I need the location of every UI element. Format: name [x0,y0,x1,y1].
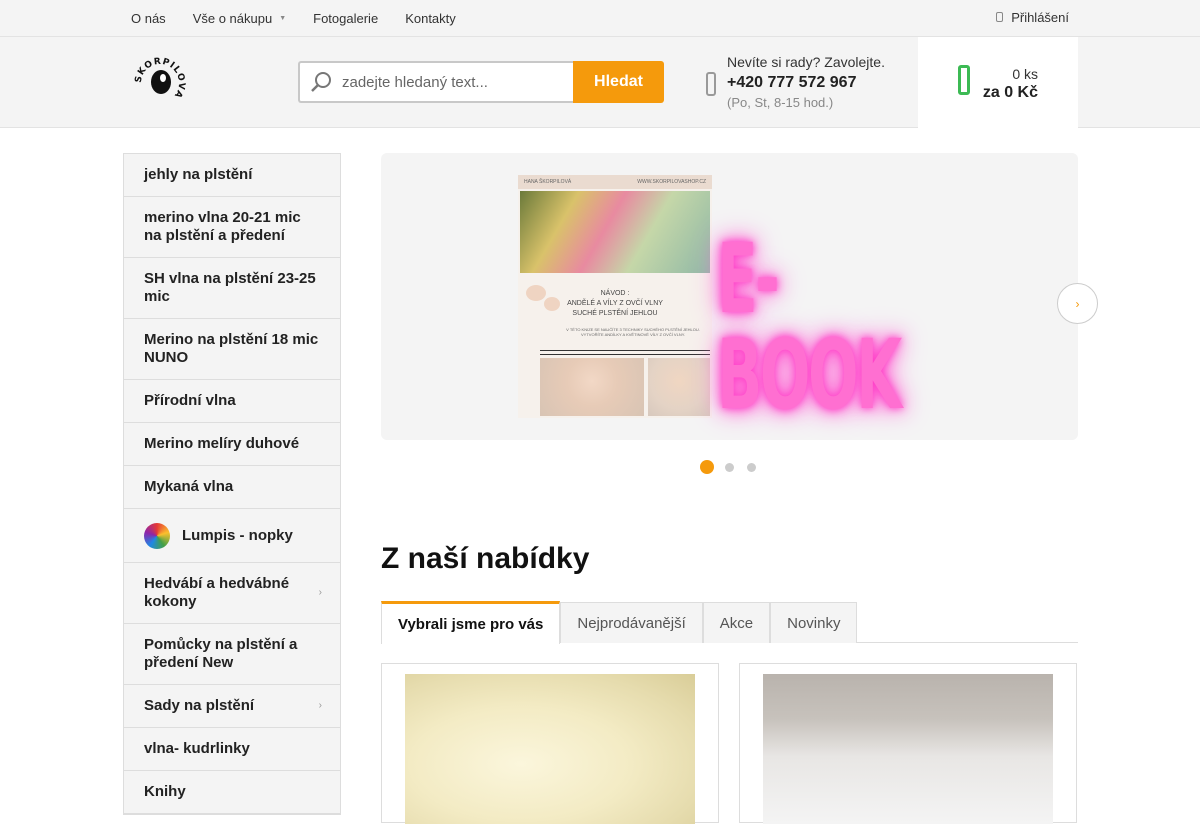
sidebar-item-label: merino vlna 20-21 mic na plstění a přede… [144,209,301,244]
search-bar: Hledat [298,61,664,103]
caret-down-icon: ▼ [279,14,287,22]
top-bar: O nás Vše o nákupu ▼ Fotogalerie Kontakty… [0,0,1200,37]
ebook-title: NÁVOD : ANDĚLÉ A VÍLY Z OVČÍ VLNY SUCHÉ … [518,289,712,319]
ebook-subtitle: V TÉTO KNIZE SE NAUČÍTE 3 TECHNIKY SUCHÉ… [566,327,700,337]
login-label: Přihlášení [1011,9,1069,25]
ebook-title-line: ANDĚLÉ A VÍLY Z OVČÍ VLNY [567,300,663,307]
angel-doll-photo [540,358,644,416]
divider [540,354,710,355]
fairy-doll-photo [648,358,710,416]
ebook-website: WWW.SKORPILOVASHOP.CZ [637,179,706,185]
ebook-headline: E-BOOK [717,223,902,431]
slider-dot-1[interactable] [700,460,714,474]
sidebar-item-books[interactable]: Knihy [124,771,340,814]
tab-label: Nejprodávanější [577,614,686,632]
offers-tabs: Vybrali jsme pro vás Nejprodávanější Akc… [381,601,1078,644]
nav-about-label: O nás [131,10,166,26]
slider-dot-2[interactable] [725,462,734,472]
tab-new[interactable]: Novinky [770,602,858,643]
phone-number[interactable]: +420 777 572 967 [727,74,885,92]
login-link[interactable]: Přihlášení [996,0,1069,34]
sidebar-item-natural-wool[interactable]: Přírodní vlna [124,380,340,423]
wool-photo [520,191,710,273]
logo[interactable]: SKORPILOVA [134,57,186,109]
nav-contacts[interactable]: Kontakty [405,11,456,26]
search-button[interactable]: Hledat [573,61,664,103]
sidebar-item-label: Merino melíry duhové [144,435,300,452]
cart-icon [958,65,970,95]
sidebar-item-label: SH vlna na plstění 23-25 mic [144,270,316,305]
sidebar-item-label: Lumpis - nopky [182,526,293,544]
nav-shopping-info[interactable]: Vše o nákupu ▼ [193,11,286,26]
sidebar-item-label: Hedvábí a hedvábné kokony [144,575,290,610]
sidebar-item-label: vlna- kudrlinky [144,740,250,757]
offers-title: Z naší nabídky [381,542,590,575]
chevron-right-icon: › [1075,296,1080,311]
slider-dot-3[interactable] [747,462,756,472]
sidebar-item-merino-20-21[interactable]: merino vlna 20-21 mic na plstění a přede… [124,197,340,258]
ebook-cover-header: HANA ŠKORPILOVÁ WWW.SKORPILOVASHOP.CZ [518,175,712,189]
sidebar-item-merino-rainbow[interactable]: Merino melíry duhové [124,423,340,466]
slider-next-button[interactable]: › [1057,283,1098,324]
product-image-wool[interactable] [405,674,695,824]
tab-sale[interactable]: Akce [702,602,771,643]
user-icon [996,12,1004,22]
sidebar-item-label: Knihy [144,783,186,800]
nav-gallery-label: Fotogalerie [313,10,379,26]
product-card[interactable] [739,663,1077,824]
site-header: SKORPILOVA Hledat Nevíte si rady? Zavole… [0,37,1200,128]
nav-shopping-info-label: Vše o nákupu [192,10,273,26]
sidebar-item-label: Pomůcky na plstění a předení New [144,636,298,671]
ebook-author: HANA ŠKORPILOVÁ [524,179,572,185]
sidebar-item-curls[interactable]: vlna- kudrlinky [124,728,340,771]
sidebar-item-merino-18[interactable]: Merino na plstění 18 mic NUNO [124,319,340,380]
slider-dots [700,460,769,474]
tab-label: Novinky [787,614,841,632]
chevron-right-icon: › [318,587,322,598]
phone-icon [706,72,716,96]
sidebar-item-silk[interactable]: Hedvábí a hedvábné kokony › [124,563,340,624]
cart-widget[interactable]: 0 ks za 0 Kč [918,37,1078,128]
hero-banner[interactable]: HANA ŠKORPILOVÁ WWW.SKORPILOVASHOP.CZ NÁ… [381,153,1078,440]
divider [540,350,710,351]
sidebar-item-carded-wool[interactable]: Mykaná vlna [124,466,340,509]
nav-gallery[interactable]: Fotogalerie [313,11,378,26]
sidebar-item-label: Mykaná vlna [144,478,234,495]
product-card[interactable] [381,663,719,824]
tab-bestsellers[interactable]: Nejprodávanější [560,602,703,643]
ebook-title-line: NÁVOD : [600,290,630,297]
sidebar-item-label: Přírodní vlna [144,392,236,409]
nav-contacts-label: Kontakty [405,10,456,26]
top-navigation: O nás Vše o nákupu ▼ Fotogalerie Kontakty [131,0,483,36]
tab-label: Vybrali jsme pro vás [398,615,544,633]
tab-label: Akce [719,614,754,632]
contact-info: Nevíte si rady? Zavolejte. +420 777 572 … [727,54,885,110]
ebook-title-line: SUCHÉ PLSTĚNÍ JEHLOU [572,310,658,317]
sidebar-item-label: Sady na plstění [144,697,255,714]
category-sidebar: jehly na plstění merino vlna 20-21 mic n… [123,153,341,815]
sidebar-item-lumpis[interactable]: Lumpis - nopky [124,509,340,563]
lumpis-thumbnail [144,522,170,549]
sidebar-item-felting-sets[interactable]: Sady na plstění › [124,685,340,728]
contact-question: Nevíte si rady? Zavolejte. [727,54,885,70]
chevron-right-icon: › [318,700,322,711]
search-input[interactable] [342,73,562,91]
sidebar-item-label: Merino na plstění 18 mic NUNO [144,331,319,366]
search-field[interactable] [298,61,573,103]
cart-count: 0 ks [1012,66,1038,82]
product-image-foam[interactable] [763,674,1053,824]
sidebar-item-label: jehly na plstění [144,166,253,183]
cart-price: za 0 Kč [982,84,1038,101]
search-icon [311,72,331,92]
nav-about[interactable]: O nás [131,11,166,26]
tab-selected-for-you[interactable]: Vybrali jsme pro vás [381,601,561,644]
ebook-cover-image: HANA ŠKORPILOVÁ WWW.SKORPILOVASHOP.CZ NÁ… [518,175,712,418]
sidebar-item-tools[interactable]: Pomůcky na plstění a předení New [124,624,340,685]
sidebar-item-needles[interactable]: jehly na plstění [124,154,340,197]
phone-hours: (Po, St, 8-15 hod.) [727,95,834,110]
sidebar-item-sh-wool[interactable]: SH vlna na plstění 23-25 mic [124,258,340,319]
